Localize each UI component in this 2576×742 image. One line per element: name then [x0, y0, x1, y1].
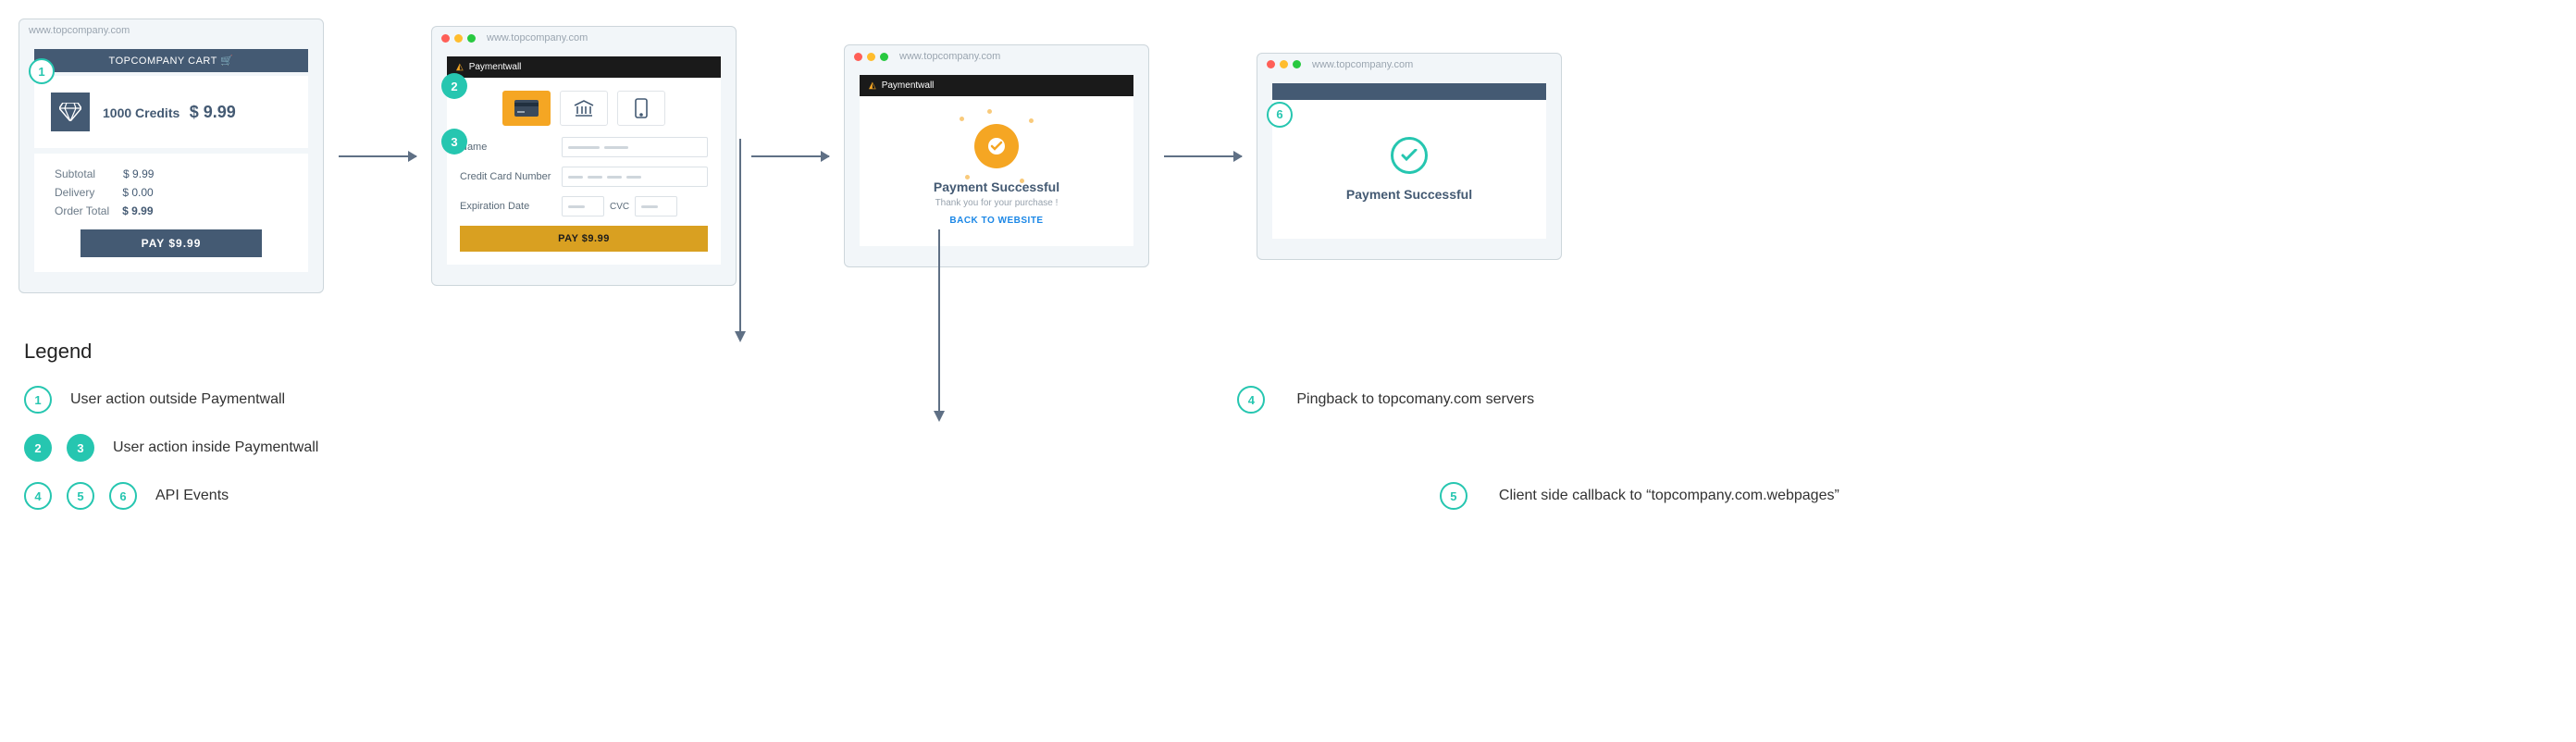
product-card: 1000 Credits $ 9.99 — [34, 76, 308, 148]
back-link[interactable]: BACK TO WEBSITE — [869, 216, 1124, 226]
success-medal-icon — [974, 124, 1019, 168]
cart-summary: Subtotal $ 9.99 Delivery $ 0.00 Order To… — [34, 154, 308, 272]
legend-badge-5: 5 — [1440, 482, 1468, 510]
name-input[interactable] — [562, 137, 708, 157]
legend-badge-2: 2 — [24, 434, 52, 462]
success-panel: Payment Successful Thank you for your pu… — [860, 96, 1133, 246]
ccn-input[interactable] — [562, 167, 708, 187]
site-header-bar — [1272, 83, 1546, 100]
arrow-3 — [1164, 155, 1242, 157]
down-arrow-4 — [731, 139, 749, 342]
paymentwall-logo-icon: ◭ — [869, 80, 876, 91]
cvc-input[interactable] — [635, 196, 677, 216]
check-icon — [1391, 137, 1428, 174]
row-total: Order Total $ 9.99 — [55, 202, 288, 220]
step-badge-2: 2 — [441, 73, 467, 99]
titlebar: www.topcompany.com — [1257, 54, 1561, 76]
field-exp: Expiration Date CVC — [460, 196, 708, 216]
site-success-title: Payment Successful — [1282, 187, 1537, 202]
pay-button-widget[interactable]: PAY $9.99 — [460, 226, 708, 252]
cart-icon: 🛒 — [220, 56, 233, 67]
arrow-1 — [339, 155, 416, 157]
down-arrow-5 — [930, 229, 948, 424]
legend-badge-1: 1 — [24, 386, 52, 414]
field-name: Name — [460, 137, 708, 157]
step-badge-6: 6 — [1267, 102, 1293, 128]
field-ccn: Credit Card Number — [460, 167, 708, 187]
legend-row-3: 4 5 6 API Events 5 Client side callback … — [24, 482, 2552, 510]
pay-button[interactable]: PAY $9.99 — [80, 229, 263, 257]
titlebar: www.topcompany.com — [432, 27, 736, 49]
legend-badge-6b: 6 — [109, 482, 137, 510]
row-subtotal: Subtotal $ 9.99 — [55, 165, 288, 183]
browser-widget: www.topcompany.com 2 3 ◭ Paymentwall — [431, 26, 737, 286]
product-name: 1000 Credits — [103, 105, 180, 120]
method-card[interactable] — [502, 91, 551, 126]
diagram-flow: www.topcompany.com 1 TOPCOMPANY CART 🛒 1… — [19, 19, 2557, 293]
success-subtitle: Thank you for your purchase ! — [869, 198, 1124, 208]
browser-url: www.topcompany.com — [1312, 59, 1413, 70]
widget-body: ◭ Paymentwall Name — [432, 49, 736, 276]
browser-pw-success: www.topcompany.com ◭ Paymentwall Payment… — [844, 44, 1149, 267]
diamond-icon — [51, 93, 90, 131]
cart-body: TOPCOMPANY CART 🛒 1000 Credits $ 9.99 Su… — [19, 42, 323, 283]
legend-badge-3: 3 — [67, 434, 94, 462]
payment-methods — [460, 91, 708, 126]
browser-url: www.topcompany.com — [899, 51, 1000, 62]
exp-input[interactable] — [562, 196, 604, 216]
row-delivery: Delivery $ 0.00 — [55, 183, 288, 202]
legend-title: Legend — [24, 340, 2557, 364]
step-badge-1: 1 — [29, 58, 55, 84]
legend-badge-4b: 4 — [24, 482, 52, 510]
browser-url: www.topcompany.com — [29, 25, 130, 36]
titlebar: www.topcompany.com — [19, 19, 323, 42]
product-price: $ 9.99 — [190, 103, 236, 121]
legend-badge-4: 4 — [1237, 386, 1265, 414]
browser-site-success: www.topcompany.com 6 Payment Successful — [1257, 53, 1562, 260]
step-badge-3: 3 — [441, 129, 467, 155]
paymentwall-bar: ◭ Paymentwall — [860, 75, 1133, 96]
site-success-panel: Payment Successful — [1272, 100, 1546, 239]
cart-header: TOPCOMPANY CART 🛒 — [34, 49, 308, 72]
legend-row-1: 1 User action outside Paymentwall 4 Ping… — [24, 386, 2552, 414]
arrow-2 — [751, 155, 829, 157]
legend-badge-5b: 5 — [67, 482, 94, 510]
legend-row-2: 2 3 User action inside Paymentwall — [24, 434, 2552, 462]
paymentwall-logo-icon: ◭ — [456, 62, 464, 72]
method-mobile[interactable] — [617, 91, 665, 126]
paymentwall-bar: ◭ Paymentwall — [447, 56, 721, 78]
browser-cart: www.topcompany.com 1 TOPCOMPANY CART 🛒 1… — [19, 19, 324, 293]
titlebar: www.topcompany.com — [845, 45, 1148, 68]
browser-url: www.topcompany.com — [487, 32, 588, 43]
method-bank[interactable] — [560, 91, 608, 126]
